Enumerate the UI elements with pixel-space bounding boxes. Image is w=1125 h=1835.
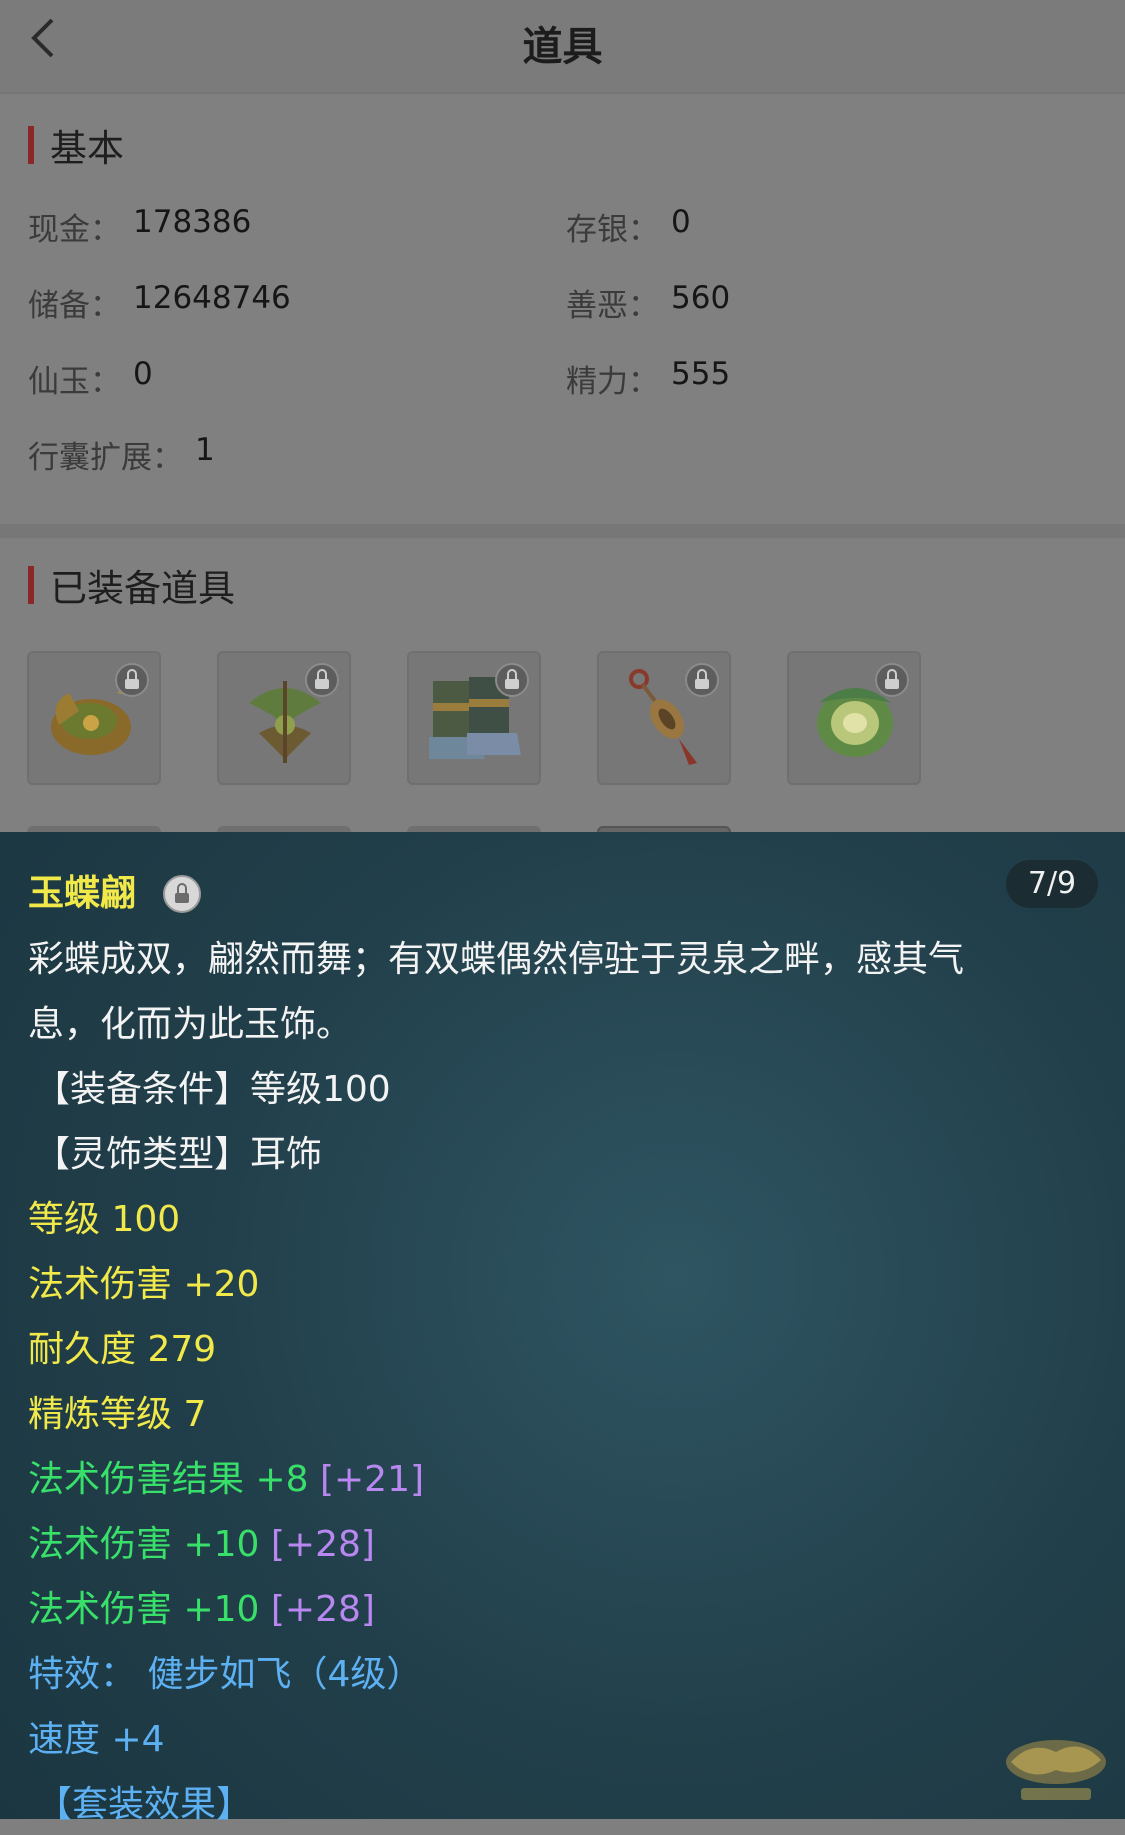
set-effect-heading: 【套装效果】 <box>36 1784 253 1825</box>
equip-condition: 【装备条件】等级100 <box>34 1069 391 1110</box>
item-name: 玉蝶翩 <box>28 873 137 914</box>
field-energy: 精力： 555 <box>566 356 730 401</box>
attribute-text: 法术伤害 +10 <box>28 1589 260 1630</box>
item-description-line: 息，化而为此玉饰。 <box>28 1004 353 1045</box>
attribute-bonus: [+28] <box>270 1524 375 1565</box>
durability: 耐久度 279 <box>28 1329 217 1370</box>
field-label: 善恶： <box>566 288 659 324</box>
lock-icon <box>115 663 149 697</box>
field-label: 现金： <box>28 212 121 248</box>
lock-icon <box>163 875 201 913</box>
page-indicator: 7/9 <box>1006 860 1098 908</box>
attribute-line: 法术伤害 +10 [+28] <box>28 1515 375 1575</box>
field-label: 仙玉： <box>28 364 121 400</box>
top-bar: 道具 <box>0 0 1125 94</box>
ornament-type: 【灵饰类型】耳饰 <box>34 1134 323 1175</box>
page-title: 道具 <box>522 24 603 70</box>
section-divider <box>0 524 1125 538</box>
attribute-line: 法术伤害结果 +8 [+21] <box>28 1450 424 1510</box>
field-value: 1 <box>195 432 215 468</box>
lock-icon <box>305 663 339 697</box>
equipped-item-slot[interactable] <box>217 651 351 785</box>
refine-level: 精炼等级 7 <box>28 1394 207 1435</box>
equipped-section-title: 已装备道具 <box>50 567 235 610</box>
game-logo-watermark <box>1006 1740 1106 1800</box>
field-bag-expansion: 行囊扩展： 1 <box>28 432 215 477</box>
field-label: 存银： <box>566 212 659 248</box>
equipped-item-slot[interactable] <box>597 651 731 785</box>
field-label: 储备： <box>28 288 121 324</box>
lock-icon <box>685 663 719 697</box>
field-value: 0 <box>671 204 691 240</box>
field-label: 精力： <box>566 364 659 400</box>
field-value: 555 <box>671 356 731 392</box>
field-value: 12648746 <box>133 280 291 316</box>
magic-damage: 法术伤害 +20 <box>28 1264 260 1305</box>
attribute-text: 法术伤害结果 +8 <box>28 1459 309 1500</box>
basic-section-header: 基本 <box>28 125 124 170</box>
field-value: 560 <box>671 280 731 316</box>
attribute-bonus: [+21] <box>319 1459 425 1500</box>
field-savings: 存银： 0 <box>566 204 691 249</box>
section-accent-bar <box>28 566 34 604</box>
item-level: 等级 100 <box>28 1199 181 1240</box>
speed-bonus: 速度 +4 <box>28 1719 165 1760</box>
attribute-line: 法术伤害 +10 [+28] <box>28 1580 375 1640</box>
item-description-line: 彩蝶成双，翩然而舞；有双蝶偶然停驻于灵泉之畔，感其气 <box>28 939 965 980</box>
field-value: 178386 <box>133 204 252 240</box>
lock-icon <box>875 663 909 697</box>
dimmed-page: 道具 基本 现金： 178386 存银： 0 储备： 12648746 善恶： … <box>0 0 1125 836</box>
special-effect: 特效： 健步如飞（4级） <box>28 1654 423 1695</box>
equipped-item-slot[interactable] <box>787 651 921 785</box>
attribute-bonus: [+28] <box>270 1589 375 1630</box>
field-value: 0 <box>133 356 153 392</box>
equipped-item-slot[interactable] <box>407 651 541 785</box>
equipped-section-header: 已装备道具 <box>28 565 235 610</box>
field-label: 行囊扩展： <box>28 440 183 476</box>
field-cash: 现金： 178386 <box>28 204 251 249</box>
section-accent-bar <box>28 126 34 164</box>
equipped-item-slot[interactable] <box>27 651 161 785</box>
field-reserve: 储备： 12648746 <box>28 280 291 325</box>
attribute-text: 法术伤害 +10 <box>28 1524 260 1565</box>
lock-icon <box>495 663 529 697</box>
field-jade: 仙玉： 0 <box>28 356 153 401</box>
basic-section-title: 基本 <box>50 127 124 170</box>
field-morality: 善恶： 560 <box>566 280 730 325</box>
